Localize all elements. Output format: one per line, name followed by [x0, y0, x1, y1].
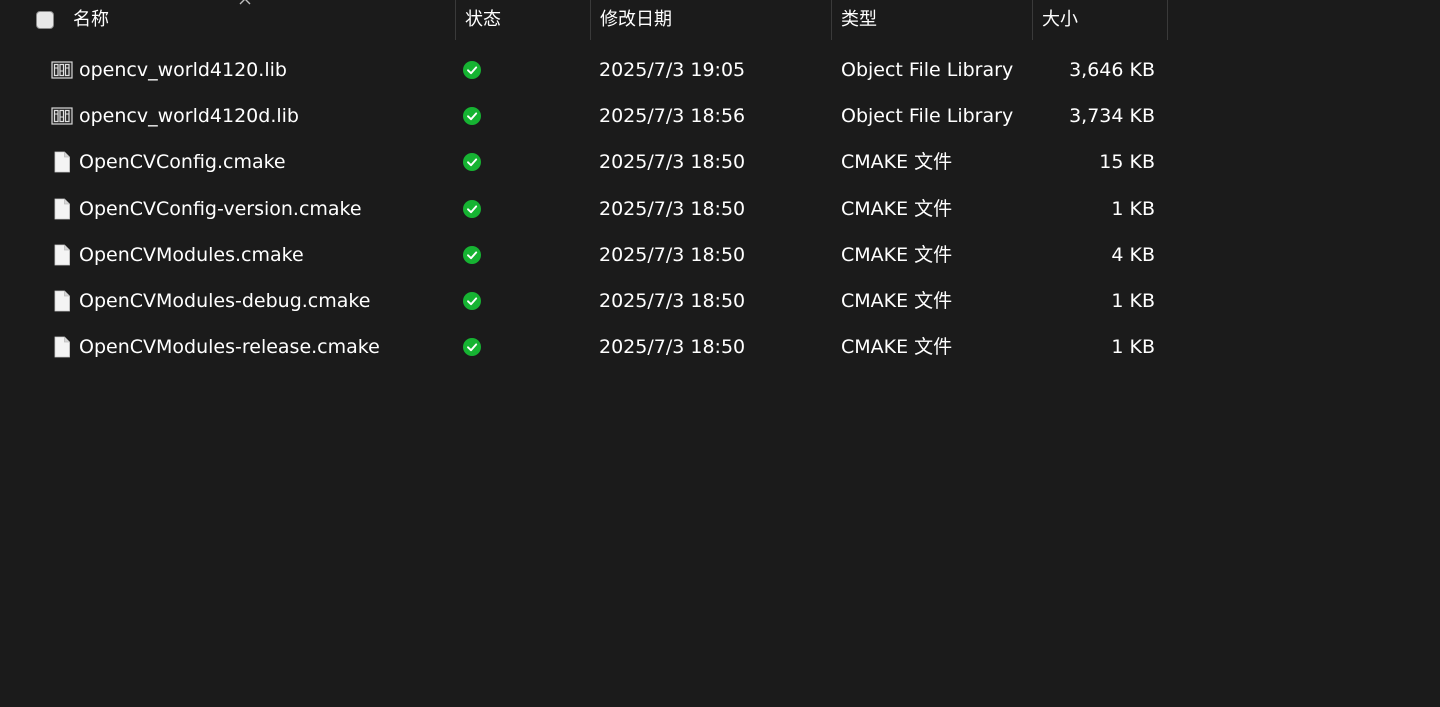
column-header-status-label: 状态: [465, 9, 501, 30]
file-row[interactable]: OpenCVModules-debug.cmake 2025/7/3 18:50…: [0, 278, 1168, 324]
file-type: Object File Library: [841, 105, 1014, 128]
file-date-modified: 2025/7/3 18:50: [599, 289, 746, 312]
file-row[interactable]: OpenCVModules-release.cmake 2025/7/3 18:…: [0, 324, 1168, 370]
file-name: OpenCVModules-release.cmake: [79, 336, 380, 359]
blank-file-icon: [51, 198, 73, 220]
column-header-size-label: 大小: [1042, 9, 1078, 30]
file-explorer-details-view: 名称 状态 修改日期 类型 大小 opencv_world4120.lib 20…: [0, 0, 1440, 707]
column-header-status[interactable]: 状态: [456, 0, 590, 40]
file-date-modified: 2025/7/3 18:56: [599, 105, 746, 128]
blank-file-icon: [51, 336, 73, 358]
file-size: 3,646 KB: [1069, 59, 1155, 81]
column-header-type-label: 类型: [841, 9, 877, 30]
file-name: OpenCVConfig.cmake: [79, 151, 286, 174]
file-type: CMAKE 文件: [841, 336, 953, 359]
synced-check-icon: [463, 61, 481, 79]
synced-check-icon: [463, 107, 481, 126]
column-header-type[interactable]: 类型: [832, 0, 1032, 40]
file-name: opencv_world4120d.lib: [79, 105, 299, 128]
file-size: 15 KB: [1099, 151, 1155, 174]
column-header-bar: 名称 状态 修改日期 类型 大小: [0, 0, 1168, 40]
file-type: CMAKE 文件: [841, 151, 953, 174]
file-type: CMAKE 文件: [841, 197, 953, 220]
column-header-name-label: 名称: [73, 9, 109, 30]
file-name: opencv_world4120.lib: [79, 59, 287, 81]
file-name: OpenCVConfig-version.cmake: [79, 197, 362, 220]
file-size: 1 KB: [1111, 197, 1155, 220]
blank-file-icon: [51, 244, 73, 266]
column-header-name[interactable]: 名称: [64, 0, 455, 40]
file-name: OpenCVModules-debug.cmake: [79, 289, 371, 312]
file-row[interactable]: OpenCVModules.cmake 2025/7/3 18:50 CMAKE…: [0, 232, 1168, 278]
file-type: CMAKE 文件: [841, 289, 953, 312]
file-size: 3,734 KB: [1069, 105, 1155, 128]
file-date-modified: 2025/7/3 18:50: [599, 336, 746, 359]
file-date-modified: 2025/7/3 18:50: [599, 197, 746, 220]
synced-check-icon: [463, 291, 481, 310]
file-row[interactable]: opencv_world4120d.lib 2025/7/3 18:56 Obj…: [0, 93, 1168, 139]
synced-check-icon: [463, 153, 481, 172]
blank-file-icon: [51, 151, 73, 173]
file-date-modified: 2025/7/3 18:50: [599, 243, 746, 266]
library-file-icon: [51, 105, 73, 127]
library-file-icon: [51, 59, 73, 81]
synced-check-icon: [463, 245, 481, 264]
column-header-size[interactable]: 大小: [1033, 0, 1167, 40]
file-size: 4 KB: [1111, 243, 1155, 266]
blank-file-icon: [51, 290, 73, 312]
file-size: 1 KB: [1111, 289, 1155, 312]
synced-check-icon: [463, 199, 481, 218]
file-list: opencv_world4120.lib 2025/7/3 19:05 Obje…: [0, 47, 1168, 370]
file-type: CMAKE 文件: [841, 243, 953, 266]
file-row[interactable]: OpenCVConfig.cmake 2025/7/3 18:50 CMAKE …: [0, 139, 1168, 185]
file-size: 1 KB: [1111, 336, 1155, 359]
file-date-modified: 2025/7/3 19:05: [599, 59, 746, 81]
file-date-modified: 2025/7/3 18:50: [599, 151, 746, 174]
file-type: Object File Library: [841, 59, 1014, 81]
column-header-date[interactable]: 修改日期: [591, 0, 831, 40]
file-row[interactable]: OpenCVConfig-version.cmake 2025/7/3 18:5…: [0, 186, 1168, 232]
synced-check-icon: [463, 338, 481, 357]
column-header-date-label: 修改日期: [600, 9, 672, 30]
file-name: OpenCVModules.cmake: [79, 243, 304, 266]
select-all-checkbox[interactable]: [36, 11, 54, 29]
file-row[interactable]: opencv_world4120.lib 2025/7/3 19:05 Obje…: [0, 47, 1168, 93]
column-divider[interactable]: [1167, 0, 1168, 40]
